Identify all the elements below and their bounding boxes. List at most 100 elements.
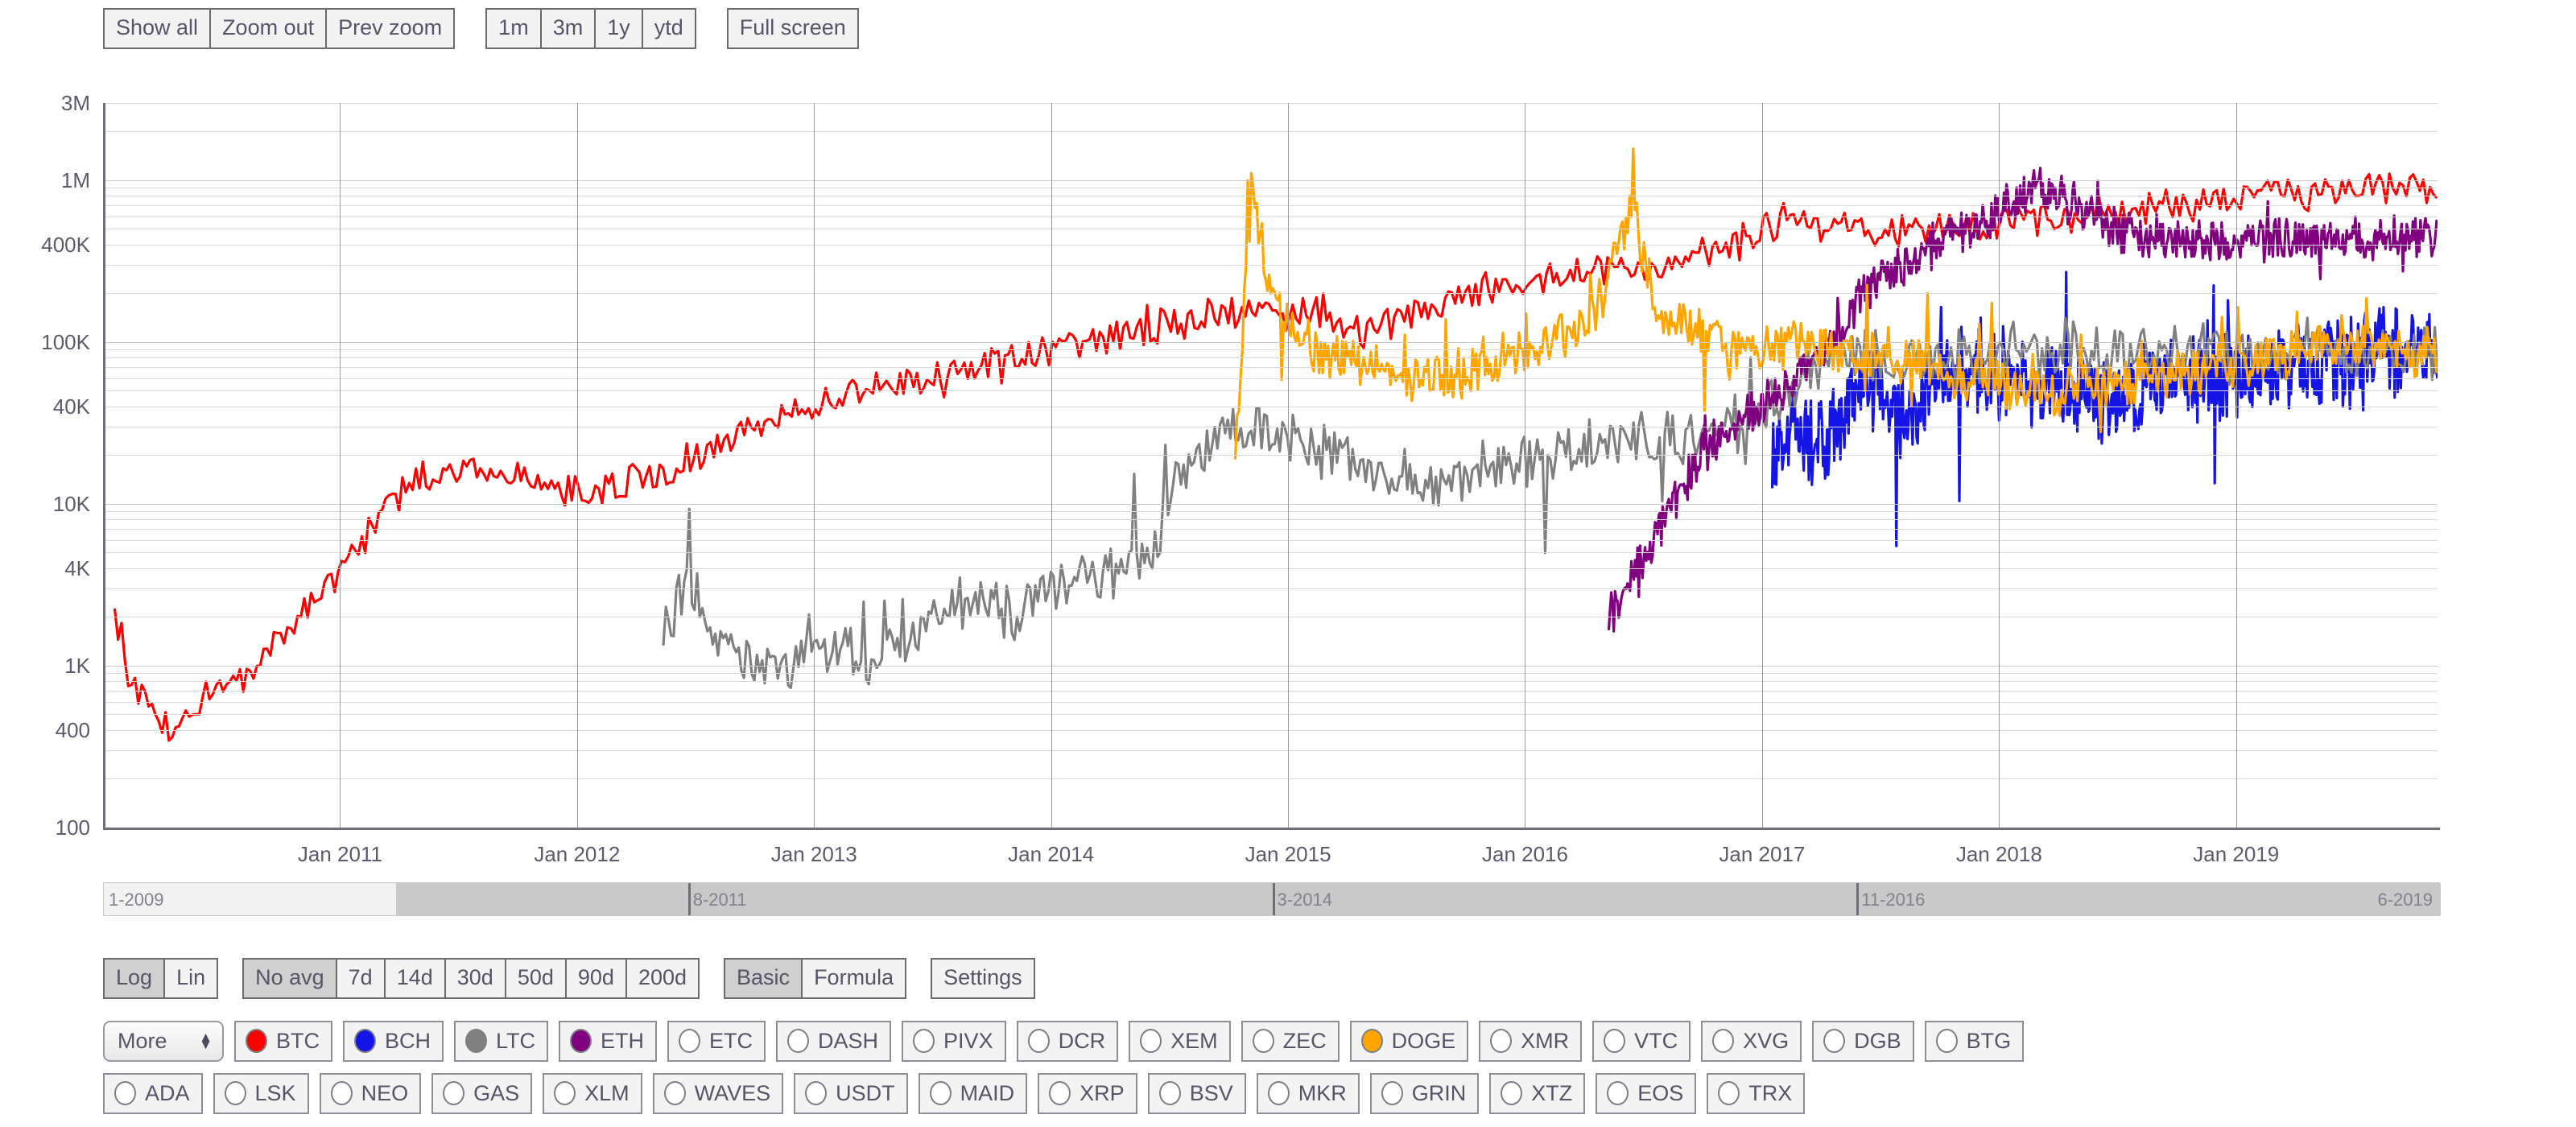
navigator-handle[interactable] xyxy=(687,883,691,915)
navigator-handle[interactable] xyxy=(1272,883,1275,915)
avg-btn-7d[interactable]: 7d xyxy=(336,958,385,999)
coin-color-dot-icon xyxy=(1140,1029,1162,1053)
series-line-bch xyxy=(1770,270,2438,547)
y-axis-tick-label: 4K xyxy=(64,555,90,580)
coin-color-dot-icon xyxy=(1712,1029,1735,1053)
coin-ticker-label: BSV xyxy=(1189,1080,1233,1105)
avg-btn-30d[interactable]: 30d xyxy=(444,958,506,999)
coin-toggle-dgb[interactable]: DGB xyxy=(1812,1021,1914,1062)
coin-toggle-xem[interactable]: XEM xyxy=(1129,1021,1231,1062)
coin-color-dot-icon xyxy=(465,1029,488,1053)
coin-toggle-dcr[interactable]: DCR xyxy=(1016,1021,1119,1062)
coin-ticker-label: LTC xyxy=(496,1028,536,1053)
coin-toggle-dash[interactable]: DASH xyxy=(776,1021,892,1062)
fullscreen-button[interactable]: Full screen xyxy=(726,8,859,49)
coin-color-dot-icon xyxy=(1360,1029,1383,1053)
gridline-horizontal xyxy=(103,701,2438,703)
avg-btn-50d[interactable]: 50d xyxy=(505,958,566,999)
x-axis-tick-label: Jan 2013 xyxy=(770,842,857,866)
coin-toggle-btg[interactable]: BTG xyxy=(1924,1021,2025,1062)
navigator-handle[interactable] xyxy=(1856,883,1860,915)
coin-ticker-label: BTC xyxy=(276,1028,320,1053)
avg-btn-90d[interactable]: 90d xyxy=(565,958,626,999)
coin-ticker-label: WAVES xyxy=(694,1080,771,1105)
range-btn-1y[interactable]: 1y xyxy=(595,8,642,49)
coin-ticker-label: ZEC xyxy=(1282,1028,1327,1053)
more-coins-dropdown[interactable]: More ▲ ▼ xyxy=(103,1021,224,1062)
coin-toggle-bsv[interactable]: BSV xyxy=(1147,1073,1246,1114)
gridline-horizontal xyxy=(103,455,2438,456)
coin-ticker-label: ADA xyxy=(145,1080,190,1105)
coin-toggle-eos[interactable]: EOS xyxy=(1596,1073,1697,1114)
mode-button-group: Basic Formula xyxy=(724,958,907,999)
coin-toggle-maid[interactable]: MAID xyxy=(918,1073,1028,1114)
avg-btn-14d[interactable]: 14d xyxy=(384,958,445,999)
coin-color-dot-icon xyxy=(224,1081,246,1105)
coin-toggle-trx[interactable]: TRX xyxy=(1707,1073,1806,1114)
coin-ticker-label: GRIN xyxy=(1411,1080,1467,1105)
range-btn-1m[interactable]: 1m xyxy=(485,8,541,49)
y-axis-tick-label: 1K xyxy=(64,653,90,678)
coin-toggle-usdt[interactable]: USDT xyxy=(794,1073,908,1114)
gridline-horizontal xyxy=(103,131,2438,133)
mode-btn-formula[interactable]: Formula xyxy=(802,958,907,999)
coin-toggle-waves[interactable]: WAVES xyxy=(652,1073,784,1114)
range-btn-3m[interactable]: 3m xyxy=(540,8,596,49)
coin-toggle-grin[interactable]: GRIN xyxy=(1369,1073,1480,1114)
more-coins-label: More xyxy=(118,1028,167,1053)
y-axis-tick-label: 3M xyxy=(60,91,90,115)
coin-toggle-lsk[interactable]: LSK xyxy=(213,1073,309,1114)
coin-toggle-xmr[interactable]: XMR xyxy=(1479,1021,1583,1062)
gridline-vertical xyxy=(1761,103,1763,828)
zoom-btn-zoom-out[interactable]: Zoom out xyxy=(210,8,327,49)
settings-button[interactable]: Settings xyxy=(931,958,1035,999)
gridline-vertical xyxy=(814,103,815,828)
coin-toggle-pivx[interactable]: PIVX xyxy=(902,1021,1006,1062)
range-btn-ytd[interactable]: ytd xyxy=(642,8,696,49)
coin-selector-panel: More ▲ ▼ BTC BCH LTC ETH ETC DASH PIVX DCR XEM ZEC… xyxy=(103,1021,2550,1125)
coin-toggle-xtz[interactable]: XTZ xyxy=(1489,1073,1586,1114)
coin-toggle-doge[interactable]: DOGE xyxy=(1349,1021,1469,1062)
coin-toggle-mkr[interactable]: MKR xyxy=(1256,1073,1360,1114)
coin-toggle-btc[interactable]: BTC xyxy=(234,1021,332,1062)
coin-toggle-gas[interactable]: GAS xyxy=(431,1073,533,1114)
coin-color-dot-icon xyxy=(929,1081,952,1105)
coin-toggle-vtc[interactable]: VTC xyxy=(1592,1021,1691,1062)
range-navigator[interactable]: 1-2009 8-2011 3-2014 11-2016 6-2019 xyxy=(103,882,2441,916)
chart-toolbar: Show all Zoom out Prev zoom 1m 3m 1y ytd Full… xyxy=(103,8,859,49)
coin-toggle-xrp[interactable]: XRP xyxy=(1038,1073,1137,1114)
coin-toggle-neo[interactable]: NEO xyxy=(319,1073,422,1114)
coin-toggle-ada[interactable]: ADA xyxy=(103,1073,203,1114)
coin-ticker-label: XEM xyxy=(1170,1028,1218,1053)
series-line-btc xyxy=(113,172,2438,742)
coin-toggle-etc[interactable]: ETC xyxy=(667,1021,766,1062)
zoom-btn-prev-zoom[interactable]: Prev zoom xyxy=(326,8,456,49)
coin-color-dot-icon xyxy=(114,1081,136,1105)
avg-btn-200d[interactable]: 200d xyxy=(625,958,700,999)
scale-btn-lin[interactable]: Lin xyxy=(164,958,219,999)
y-axis-tick-label: 1M xyxy=(60,167,90,192)
scale-btn-log[interactable]: Log xyxy=(103,958,165,999)
y-axis-tick-label: 10K xyxy=(52,491,90,516)
coin-toggle-xvg[interactable]: XVG xyxy=(1701,1021,1802,1062)
gridline-horizontal xyxy=(103,729,2438,731)
zoom-btn-show-all[interactable]: Show all xyxy=(103,8,211,49)
gridline-vertical xyxy=(1999,103,2000,828)
plot-area[interactable] xyxy=(103,103,2438,828)
avg-btn-no-avg[interactable]: No avg xyxy=(242,958,336,999)
coin-toggle-xlm[interactable]: XLM xyxy=(543,1073,642,1114)
gridline-horizontal xyxy=(103,378,2438,379)
coin-toggle-zec[interactable]: ZEC xyxy=(1241,1021,1340,1062)
gridline-horizontal xyxy=(103,341,2438,343)
coin-ticker-label: ETH xyxy=(601,1028,645,1053)
zoom-button-group: Show all Zoom out Prev zoom xyxy=(103,8,456,49)
gridline-horizontal xyxy=(103,681,2438,683)
coin-color-dot-icon xyxy=(1049,1081,1071,1105)
coin-toggle-eth[interactable]: ETH xyxy=(559,1021,658,1062)
coin-color-dot-icon xyxy=(1935,1029,1958,1053)
x-axis-tick-label: Jan 2011 xyxy=(297,842,382,866)
coin-toggle-ltc[interactable]: LTC xyxy=(454,1021,549,1062)
coin-toggle-bch[interactable]: BCH xyxy=(343,1021,444,1062)
gridline-horizontal xyxy=(103,588,2438,590)
mode-btn-basic[interactable]: Basic xyxy=(724,958,803,999)
